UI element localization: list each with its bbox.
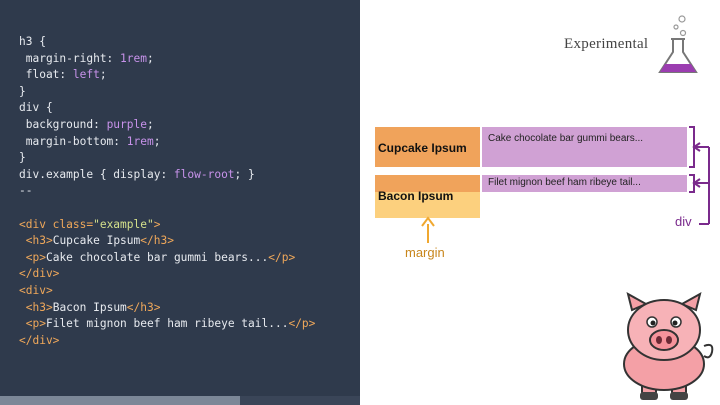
code-punct: ; bbox=[153, 134, 161, 148]
code-punct: ; bbox=[146, 117, 154, 131]
p-label-bacon: Filet mignon beef ham ribeye tail... bbox=[488, 177, 641, 188]
div-bracket-2 bbox=[689, 174, 709, 193]
code-property: float: bbox=[19, 68, 73, 82]
code-tag: <div class= bbox=[19, 217, 94, 231]
code-tag: </div> bbox=[19, 333, 60, 347]
margin-label: margin bbox=[405, 245, 445, 260]
code-selector: } bbox=[19, 84, 26, 98]
code-tag: <h3> bbox=[25, 234, 53, 248]
code-selector: } bbox=[19, 151, 26, 165]
code-text: Cake chocolate bar gummi bears... bbox=[45, 250, 269, 264]
code-block: h3 { margin-right: 1rem; float: left; } … bbox=[19, 34, 315, 349]
code-text: Bacon Ipsum bbox=[52, 300, 127, 314]
code-tag: </div> bbox=[19, 267, 60, 281]
code-value: purple bbox=[106, 117, 147, 131]
code-value: 1rem bbox=[126, 134, 154, 148]
code-punct: ; bbox=[99, 68, 107, 82]
code-punct: ; } bbox=[234, 167, 255, 181]
code-tag: </h3> bbox=[126, 300, 161, 314]
scrollbar-thumb[interactable] bbox=[0, 396, 240, 405]
code-property: margin-right: bbox=[19, 51, 121, 65]
code-property: margin-bottom: bbox=[19, 134, 127, 148]
code-value: flow-root bbox=[173, 167, 235, 181]
flask-icon bbox=[658, 15, 698, 73]
code-tag: <div> bbox=[19, 283, 53, 297]
code-value: 1rem bbox=[120, 51, 147, 65]
div-label: div bbox=[675, 214, 692, 229]
code-separator: -- bbox=[19, 184, 33, 198]
code-selector: div { bbox=[19, 101, 53, 115]
code-selector: h3 { bbox=[19, 35, 46, 48]
code-selector: div.example { bbox=[19, 167, 114, 181]
code-tag: <h3> bbox=[25, 300, 53, 314]
code-tag: > bbox=[153, 217, 161, 231]
code-value: left bbox=[72, 68, 100, 82]
pig-illustration bbox=[623, 292, 714, 400]
code-tag: </p> bbox=[288, 317, 316, 331]
code-tag: <p> bbox=[25, 317, 46, 331]
code-attr-value: "example" bbox=[93, 217, 154, 231]
code-tag: </p> bbox=[268, 250, 296, 264]
code-text: Cupcake Ipsum bbox=[52, 234, 141, 248]
code-panel: h3 { margin-right: 1rem; float: left; } … bbox=[0, 0, 360, 405]
code-property: display: bbox=[113, 167, 174, 181]
code-punct: ; bbox=[147, 51, 154, 65]
code-text: Filet mignon beef ham ribeye tail... bbox=[45, 317, 289, 331]
code-tag: <p> bbox=[25, 250, 46, 264]
h3-label-bacon: Bacon Ipsum bbox=[378, 189, 454, 203]
slide-title: Experimental bbox=[564, 36, 649, 52]
code-property: background: bbox=[19, 117, 107, 131]
p-label-cupcake: Cake chocolate bar gummi bears... bbox=[488, 133, 644, 144]
div-bracket-1 bbox=[689, 126, 710, 225]
h3-label-cupcake: Cupcake Ipsum bbox=[378, 141, 467, 155]
margin-arrow bbox=[421, 216, 435, 243]
code-tag: </h3> bbox=[140, 234, 174, 248]
